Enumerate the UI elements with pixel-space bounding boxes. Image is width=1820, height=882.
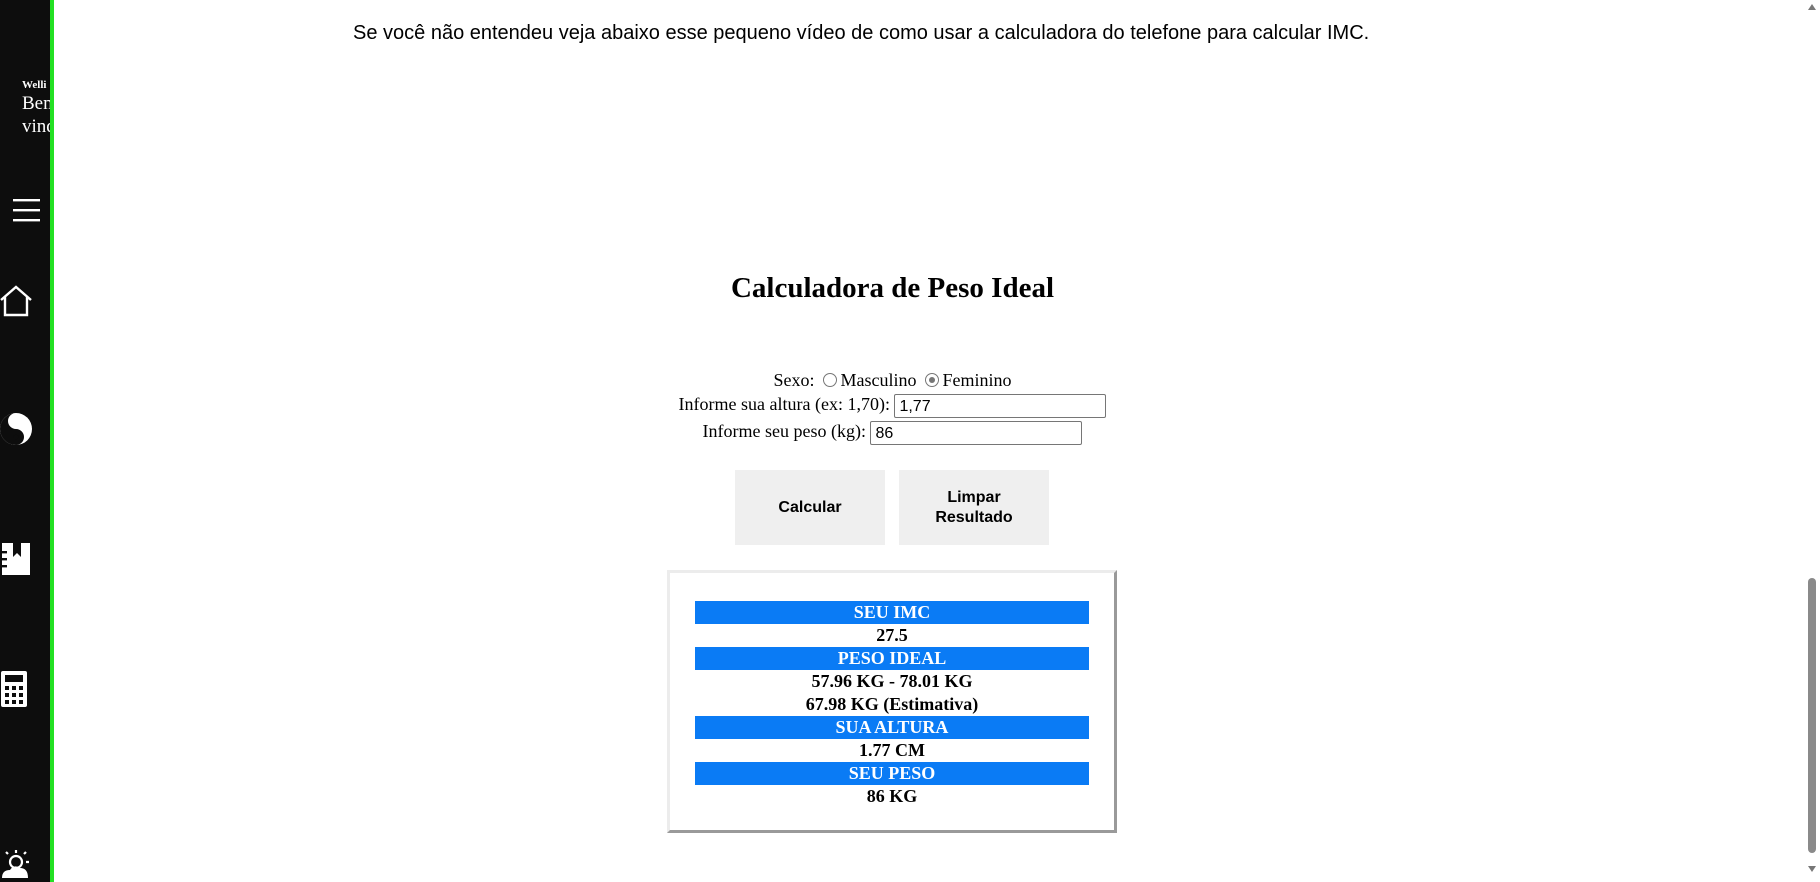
result-panel: SEU IMC 27.5 PESO IDEAL 57.96 KG - 78.01… bbox=[667, 570, 1117, 833]
user-name: Welli bbox=[22, 79, 47, 91]
imc-header: SEU IMC bbox=[695, 601, 1089, 624]
height-row: Informe sua altura (ex: 1,70): 1,77 bbox=[560, 392, 1225, 418]
weight-header: SEU PESO bbox=[695, 762, 1089, 785]
result-list: SEU IMC 27.5 PESO IDEAL 57.96 KG - 78.01… bbox=[695, 601, 1089, 808]
height-input[interactable]: 1,77 bbox=[894, 393, 1107, 418]
weather-icon[interactable] bbox=[0, 848, 34, 882]
scroll-up-icon[interactable] bbox=[1808, 4, 1816, 10]
home-icon[interactable] bbox=[0, 284, 34, 318]
sex-row: Sexo: Masculino Feminino bbox=[560, 368, 1225, 392]
user-block: Welli Bem vindo bbox=[22, 78, 50, 138]
label-feminino[interactable]: Feminino bbox=[943, 370, 1012, 390]
height-value: 1.77 CM bbox=[859, 740, 925, 760]
ideal-weight-range: 57.96 KG - 78.01 KG bbox=[811, 671, 973, 691]
ideal-weight-estimate: 67.98 KG (Estimativa) bbox=[805, 694, 979, 714]
calculate-button[interactable]: Calcular bbox=[735, 470, 885, 545]
scroll-down-icon[interactable] bbox=[1808, 866, 1816, 872]
book-icon[interactable] bbox=[0, 541, 34, 575]
scroll-thumb[interactable] bbox=[1808, 578, 1816, 853]
weight-input[interactable]: 86 bbox=[870, 420, 1083, 445]
height-label: Informe sua altura (ex: 1,70): bbox=[678, 394, 890, 414]
weight-row: Informe seu peso (kg): 86 bbox=[560, 419, 1225, 445]
weight-value: 86 KG bbox=[866, 786, 918, 806]
sidebar: Welli Bem vindo bbox=[0, 0, 50, 882]
radio-feminino[interactable] bbox=[924, 373, 939, 387]
clear-result-label: Limpar Resultado bbox=[935, 488, 1013, 526]
weight-label: Informe seu peso (kg): bbox=[702, 421, 866, 441]
intro-text: Se você não entendeu veja abaixo esse pe… bbox=[353, 22, 1370, 44]
sidebar-accent-border bbox=[50, 0, 54, 882]
height-header: SUA ALTURA bbox=[695, 716, 1089, 739]
menu-icon[interactable] bbox=[12, 196, 46, 230]
sex-label: Sexo: bbox=[773, 370, 815, 390]
clear-result-button[interactable]: Limpar Resultado bbox=[899, 470, 1049, 545]
calculator-title: Calculadora de Peso Ideal bbox=[730, 272, 1055, 304]
label-masculino[interactable]: Masculino bbox=[841, 370, 917, 390]
radio-masculino[interactable] bbox=[822, 373, 837, 387]
calculator-icon[interactable] bbox=[0, 670, 34, 707]
page-scrollbar[interactable] bbox=[1805, 0, 1820, 882]
yin-yang-icon[interactable] bbox=[0, 411, 32, 445]
imc-value: 27.5 bbox=[876, 625, 908, 645]
welcome-text: Bem vindo bbox=[22, 93, 50, 137]
ideal-weight-header: PESO IDEAL bbox=[695, 647, 1089, 670]
